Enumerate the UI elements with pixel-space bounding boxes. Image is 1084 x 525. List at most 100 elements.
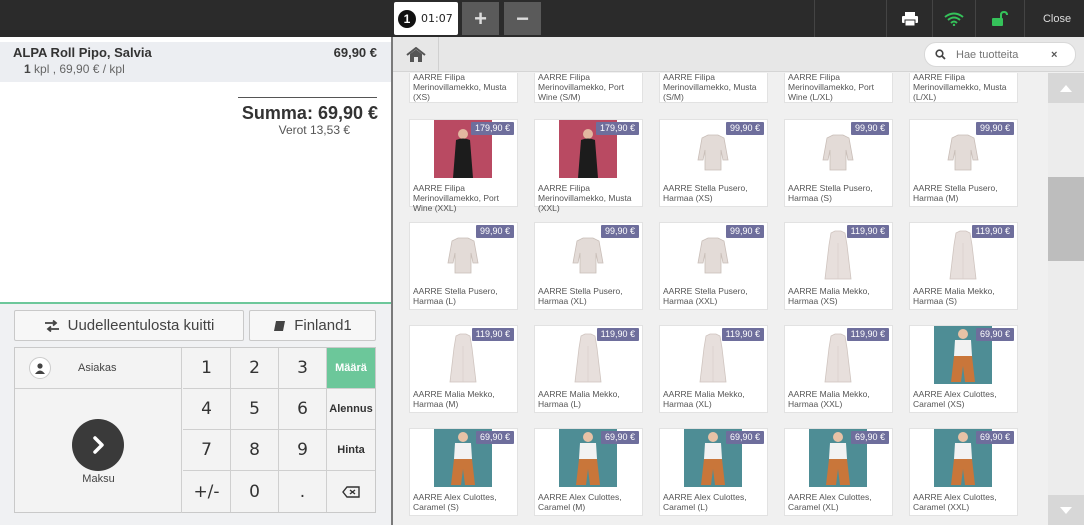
close-button[interactable]: Close	[1030, 0, 1084, 37]
remove-tab-button[interactable]: −	[504, 2, 541, 35]
key-decimal[interactable]: .	[279, 471, 327, 512]
network-status[interactable]	[933, 0, 975, 37]
price-badge: 99,90 €	[850, 122, 889, 135]
product-card[interactable]: 99,90 € AARRE Stella Pusero, Harmaa (XS)	[659, 119, 768, 207]
key-8[interactable]: 8	[231, 430, 279, 471]
product-scrollbar[interactable]	[1048, 73, 1084, 525]
price-badge: 179,90 €	[470, 122, 514, 135]
product-card[interactable]: 119,90 € AARRE Malia Mekko, Harmaa (XL)	[659, 325, 768, 413]
key-0[interactable]: 0	[231, 471, 279, 512]
receipt-line-item[interactable]: ALPA Roll Pipo, Salvia 69,90 € 1 kpl , 6…	[0, 42, 391, 82]
register-label: Finland1	[294, 317, 352, 334]
product-name: AARRE Filipa Merinovillamekko, Port Wine…	[413, 183, 499, 213]
home-button[interactable]	[393, 37, 439, 72]
price-badge: 69,90 €	[975, 431, 1014, 444]
receipt-tab[interactable]: 1 01:07	[394, 2, 458, 35]
product-card[interactable]: 69,90 € AARRE Alex Culottes, Caramel (L)	[659, 428, 768, 516]
receipt-panel: ALPA Roll Pipo, Salvia 69,90 € 1 kpl , 6…	[0, 37, 391, 525]
key-plus-minus[interactable]: +/-	[183, 471, 231, 512]
product-card[interactable]: 99,90 € AARRE Stella Pusero, Harmaa (XL)	[534, 222, 643, 310]
product-card[interactable]: 119,90 € AARRE Malia Mekko, Harmaa (XS)	[784, 222, 893, 310]
product-card[interactable]: 119,90 € AARRE Malia Mekko, Harmaa (L)	[534, 325, 643, 413]
tab-number: 1	[398, 9, 416, 28]
price-badge: 119,90 €	[596, 328, 639, 341]
key-5[interactable]: 5	[231, 389, 279, 430]
product-name: AARRE Stella Pusero, Harmaa (XL)	[538, 286, 623, 306]
price-badge: 99,90 €	[725, 122, 764, 135]
product-card[interactable]: AARRE Filipa Merinovillamekko, Musta (S/…	[659, 73, 768, 103]
product-card[interactable]: 69,90 € AARRE Alex Culottes, Caramel (XXL…	[909, 428, 1018, 516]
scroll-down-button[interactable]	[1048, 495, 1084, 525]
scroll-thumb[interactable]	[1048, 177, 1084, 261]
mode-price-button[interactable]: Hinta	[327, 430, 375, 471]
product-name: AARRE Filipa Merinovillamekko, Musta (XX…	[538, 183, 632, 213]
key-4[interactable]: 4	[183, 389, 231, 430]
receipt-tax: Verot 13,53 €	[278, 123, 350, 137]
price-badge: 119,90 €	[971, 225, 1014, 238]
product-card[interactable]: 69,90 € AARRE Alex Culottes, Caramel (S)	[409, 428, 518, 516]
pay-button[interactable]: Maksu	[15, 389, 182, 513]
price-badge: 69,90 €	[600, 431, 639, 444]
price-badge: 69,90 €	[850, 431, 889, 444]
product-card[interactable]: AARRE Filipa Merinovillamekko, Musta (L/…	[909, 73, 1018, 103]
key-2[interactable]: 2	[231, 348, 279, 389]
product-card[interactable]: 179,90 € AARRE Filipa Merinovillamekko, M…	[534, 119, 643, 213]
product-name: AARRE Filipa Merinovillamekko, Port Wine…	[788, 73, 874, 102]
key-9[interactable]: 9	[279, 430, 327, 471]
printer-icon	[901, 11, 918, 26]
customer-label: Asiakas	[78, 362, 117, 374]
price-badge: 69,90 €	[475, 431, 514, 444]
key-6[interactable]: 6	[279, 389, 327, 430]
product-card[interactable]: 69,90 € AARRE Alex Culottes, Caramel (XL)	[784, 428, 893, 516]
product-card[interactable]: AARRE Filipa Merinovillamekko, Port Wine…	[534, 73, 643, 103]
top-bar: 1 01:07 + − Close	[0, 0, 1084, 37]
clear-search-button[interactable]: ×	[1051, 49, 1057, 61]
product-panel: × AARRE Filipa Merinovillamekko, Musta (…	[393, 37, 1084, 525]
keypad: Asiakas Maksu 1 2 3 4 5 6 7 8 9 +/- 0 . …	[14, 347, 376, 513]
home-icon	[405, 46, 426, 62]
product-toolbar: ×	[393, 37, 1084, 72]
search-input[interactable]	[956, 48, 1051, 61]
print-button[interactable]	[887, 0, 932, 37]
lock-button[interactable]	[976, 0, 1024, 37]
scroll-up-button[interactable]	[1048, 73, 1084, 103]
product-card[interactable]: 99,90 € AARRE Stella Pusero, Harmaa (M)	[909, 119, 1018, 207]
reprint-receipt-label: Uudelleentulosta kuitti	[67, 317, 215, 334]
product-name: AARRE Malia Mekko, Harmaa (M)	[413, 389, 495, 409]
product-card[interactable]: 99,90 € AARRE Stella Pusero, Harmaa (L)	[409, 222, 518, 310]
product-name: AARRE Malia Mekko, Harmaa (L)	[538, 389, 620, 409]
chevron-right-icon	[72, 419, 124, 471]
product-card[interactable]: 99,90 € AARRE Stella Pusero, Harmaa (S)	[784, 119, 893, 207]
product-card[interactable]: 179,90 € AARRE Filipa Merinovillamekko, P…	[409, 119, 518, 213]
product-card[interactable]: 119,90 € AARRE Malia Mekko, Harmaa (XXL)	[784, 325, 893, 413]
product-card[interactable]: 69,90 € AARRE Alex Culottes, Caramel (M)	[534, 428, 643, 516]
product-name: AARRE Filipa Merinovillamekko, Port Wine…	[538, 73, 624, 102]
product-card[interactable]: AARRE Filipa Merinovillamekko, Musta (XS…	[409, 73, 518, 103]
product-card[interactable]: AARRE Filipa Merinovillamekko, Port Wine…	[784, 73, 893, 103]
product-name: AARRE Alex Culottes, Caramel (XXL)	[913, 492, 997, 512]
tab-time: 01:07	[421, 12, 453, 25]
product-name: AARRE Filipa Merinovillamekko, Musta (L/…	[913, 73, 1007, 102]
product-name: AARRE Stella Pusero, Harmaa (S)	[788, 183, 873, 203]
product-name: AARRE Alex Culottes, Caramel (M)	[538, 492, 622, 512]
product-card[interactable]: 119,90 € AARRE Malia Mekko, Harmaa (S)	[909, 222, 1018, 310]
product-card[interactable]: 69,90 € AARRE Alex Culottes, Caramel (XS)	[909, 325, 1018, 413]
product-card[interactable]: 119,90 € AARRE Malia Mekko, Harmaa (M)	[409, 325, 518, 413]
key-3[interactable]: 3	[279, 348, 327, 389]
reprint-receipt-button[interactable]: Uudelleentulosta kuitti	[14, 310, 244, 341]
backspace-button[interactable]	[327, 471, 375, 512]
register-icon	[274, 320, 286, 331]
product-card[interactable]: 99,90 € AARRE Stella Pusero, Harmaa (XXL)	[659, 222, 768, 310]
register-button[interactable]: Finland1	[249, 310, 376, 341]
customer-button[interactable]: Asiakas	[15, 348, 182, 389]
add-tab-button[interactable]: +	[462, 2, 499, 35]
product-name: AARRE Stella Pusero, Harmaa (L)	[413, 286, 498, 306]
key-1[interactable]: 1	[183, 348, 231, 389]
mode-quantity-button[interactable]: Määrä	[327, 348, 375, 389]
price-badge: 69,90 €	[725, 431, 764, 444]
key-7[interactable]: 7	[183, 430, 231, 471]
product-name: AARRE Alex Culottes, Caramel (XL)	[788, 492, 872, 512]
product-name: AARRE Stella Pusero, Harmaa (M)	[913, 183, 998, 203]
mode-discount-button[interactable]: Alennus	[327, 389, 375, 430]
unlock-icon	[992, 10, 1008, 26]
